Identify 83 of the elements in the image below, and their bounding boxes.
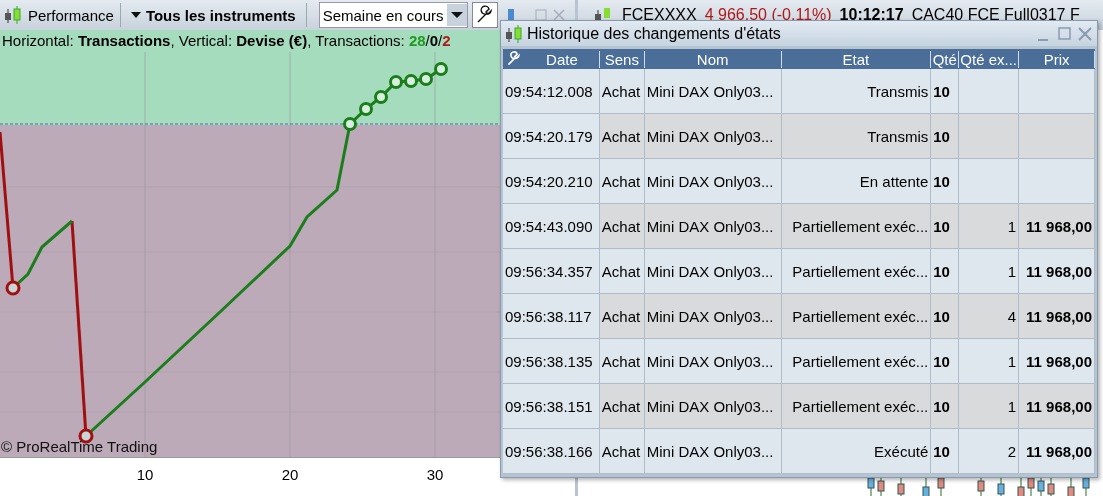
table-cell: Partiellement exéc... bbox=[792, 352, 929, 370]
table-cell: Achat bbox=[601, 82, 641, 100]
window-title: CAC40 FCE Full0317 F bbox=[911, 6, 1080, 24]
table-cell: 10 bbox=[933, 262, 950, 280]
table-cell: Achat bbox=[601, 397, 641, 415]
table-cell: Achat bbox=[601, 127, 641, 145]
table-cell: 09:54:12.008 bbox=[505, 82, 593, 100]
table-cell: Partiellement exéc... bbox=[792, 307, 929, 325]
table-cell: Exécuté bbox=[874, 442, 929, 460]
table-cell: 09:54:20.210 bbox=[505, 172, 593, 190]
table-cell: 11 968,00 bbox=[1026, 442, 1092, 460]
table-cell: 09:56:34.357 bbox=[505, 262, 593, 280]
instruments-dropdown[interactable]: Tous les instruments bbox=[126, 6, 300, 24]
table-cell: Achat bbox=[601, 307, 641, 325]
table-cell: Achat bbox=[601, 262, 641, 280]
table-cell: Achat bbox=[601, 217, 641, 235]
table-cell: 1 bbox=[1007, 217, 1017, 235]
table-cell: Mini DAX Only03... bbox=[646, 307, 774, 325]
table-cell: Mini DAX Only03... bbox=[646, 442, 774, 460]
axis-tick-label: 10 bbox=[136, 466, 154, 483]
table-cell: 10 bbox=[933, 397, 950, 415]
table-cell: 09:56:38.117 bbox=[505, 307, 592, 325]
column-header[interactable]: Qté ex... bbox=[959, 50, 1020, 68]
table-cell: 09:56:38.151 bbox=[505, 397, 593, 415]
symbol-label: FCEXXXX bbox=[622, 6, 697, 24]
table-cell: Achat bbox=[601, 172, 641, 190]
table-cell: 10 bbox=[933, 307, 950, 325]
table-cell: Partiellement exéc... bbox=[792, 397, 929, 415]
table-cell: 09:54:20.179 bbox=[505, 127, 593, 145]
axis-tick-label: 30 bbox=[426, 466, 444, 483]
table-cell: Transmis bbox=[867, 82, 929, 100]
table-cell: Achat bbox=[601, 442, 641, 460]
table-cell: Mini DAX Only03... bbox=[646, 82, 774, 100]
table-cell: 2 bbox=[1007, 442, 1017, 460]
table-cell: 10 bbox=[933, 442, 950, 460]
table-cell: 11 968,00 bbox=[1026, 307, 1092, 325]
table-cell: 11 968,00 bbox=[1026, 262, 1092, 280]
candlestick-icon bbox=[2, 5, 24, 25]
watermark-text: © ProRealTime Trading bbox=[1, 438, 158, 455]
column-header[interactable]: Qté bbox=[931, 50, 960, 68]
table-cell: 1 bbox=[1007, 352, 1017, 370]
column-header[interactable]: Prix bbox=[1019, 50, 1095, 68]
time-label: 10:12:17 bbox=[839, 6, 904, 24]
period-select[interactable]: Semaine en cours bbox=[318, 2, 468, 28]
caret-icon bbox=[130, 11, 141, 19]
window-buttons-icon bbox=[505, 8, 566, 22]
table-cell: Mini DAX Only03... bbox=[646, 352, 774, 370]
column-header[interactable]: Nom bbox=[644, 50, 782, 68]
table-cell: Mini DAX Only03... bbox=[646, 217, 774, 235]
table-cell: 10 bbox=[933, 82, 950, 100]
table-cell: 09:54:43.090 bbox=[505, 217, 593, 235]
table-cell: Transmis bbox=[867, 127, 929, 145]
table-cell: Mini DAX Only03... bbox=[646, 262, 774, 280]
column-header[interactable]: Date bbox=[524, 50, 600, 68]
candlestick-icon bbox=[503, 23, 525, 44]
table-cell: 10 bbox=[933, 352, 950, 370]
table-cell: 09:56:38.166 bbox=[505, 442, 593, 460]
settings-button[interactable] bbox=[471, 2, 498, 28]
separator-text: / bbox=[425, 32, 430, 49]
table-cell: 10 bbox=[933, 217, 950, 235]
table-cell: Mini DAX Only03... bbox=[646, 127, 774, 145]
table-cell: 10 bbox=[933, 172, 950, 190]
separator-text: / bbox=[438, 32, 443, 49]
table-cell: 10 bbox=[933, 127, 950, 145]
table-cell: Partiellement exéc... bbox=[792, 262, 929, 280]
table-cell: 1 bbox=[1007, 262, 1017, 280]
table-cell: 09:56:38.135 bbox=[505, 352, 593, 370]
table-cell: 1 bbox=[1007, 397, 1017, 415]
caret-icon bbox=[450, 11, 463, 19]
table-cell: 11 968,00 bbox=[1026, 352, 1092, 370]
settings-icon[interactable] bbox=[506, 51, 522, 67]
table-cell: 11 968,00 bbox=[1026, 217, 1092, 235]
panel-title: Performance bbox=[28, 6, 114, 24]
table-cell: Mini DAX Only03... bbox=[646, 397, 774, 415]
table-cell: Mini DAX Only03... bbox=[646, 172, 774, 190]
table-cell: 4 bbox=[1007, 307, 1017, 325]
column-header[interactable]: Sens bbox=[599, 50, 645, 68]
table-cell: 11 968,00 bbox=[1026, 397, 1092, 415]
table-cell: Partiellement exéc... bbox=[792, 217, 929, 235]
column-header[interactable]: Etat bbox=[781, 50, 932, 68]
table-cell: Achat bbox=[601, 352, 641, 370]
axis-tick-label: 20 bbox=[281, 466, 299, 483]
table-cell: En attente bbox=[859, 172, 929, 190]
